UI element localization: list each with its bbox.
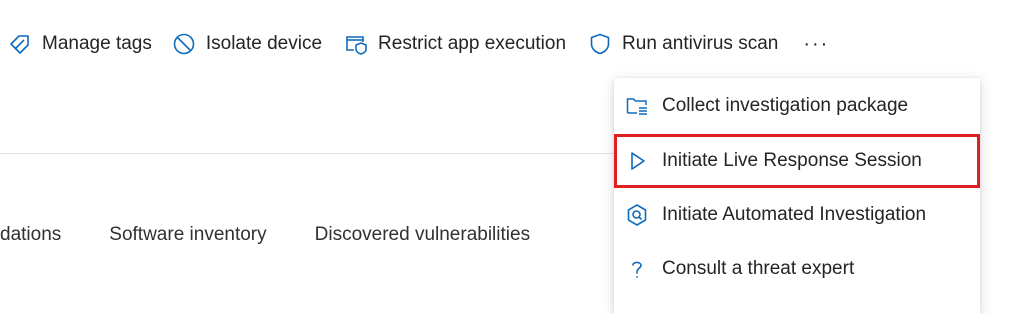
initiate-automated-investigation-label: Initiate Automated Investigation	[662, 204, 927, 225]
device-tabs: dations Software inventory Discovered vu…	[0, 218, 530, 252]
restrict-app-execution-button[interactable]: Restrict app execution	[344, 26, 566, 62]
manage-tags-button[interactable]: Manage tags	[8, 26, 152, 62]
initiate-automated-investigation-item[interactable]: Initiate Automated Investigation	[614, 188, 980, 242]
initiate-live-response-session-item[interactable]: Initiate Live Response Session	[614, 134, 980, 188]
tab-recommendations[interactable]: dations	[0, 224, 61, 246]
more-actions-button[interactable]: ···	[796, 26, 836, 62]
block-icon	[172, 32, 196, 56]
device-action-toolbar: Manage tags Isolate device Restrict app …	[0, 26, 836, 62]
automated-investigation-icon	[624, 202, 650, 228]
run-antivirus-scan-button[interactable]: Run antivirus scan	[588, 26, 778, 62]
collect-investigation-package-item[interactable]: Collect investigation package	[614, 79, 980, 133]
restrict-app-icon	[344, 32, 368, 56]
more-actions-menu: Collect investigation package Initiate L…	[614, 78, 980, 314]
run-antivirus-scan-label: Run antivirus scan	[622, 33, 779, 54]
initiate-live-response-session-label: Initiate Live Response Session	[662, 150, 922, 171]
tab-discovered-vulnerabilities[interactable]: Discovered vulnerabilities	[315, 224, 530, 246]
manage-tags-label: Manage tags	[42, 33, 152, 54]
collect-investigation-package-label: Collect investigation package	[662, 95, 909, 116]
tag-icon	[8, 32, 32, 56]
restrict-app-execution-label: Restrict app execution	[378, 33, 567, 54]
shield-icon	[588, 32, 612, 56]
consult-threat-expert-item[interactable]: Consult a threat expert	[614, 242, 980, 296]
play-icon	[624, 148, 650, 174]
header-divider	[0, 153, 614, 154]
question-icon	[624, 256, 650, 282]
tab-software-inventory[interactable]: Software inventory	[109, 224, 266, 246]
isolate-device-label: Isolate device	[205, 33, 323, 54]
consult-threat-expert-label: Consult a threat expert	[662, 258, 855, 279]
isolate-device-button[interactable]: Isolate device	[172, 26, 322, 62]
folder-list-icon	[624, 93, 650, 119]
